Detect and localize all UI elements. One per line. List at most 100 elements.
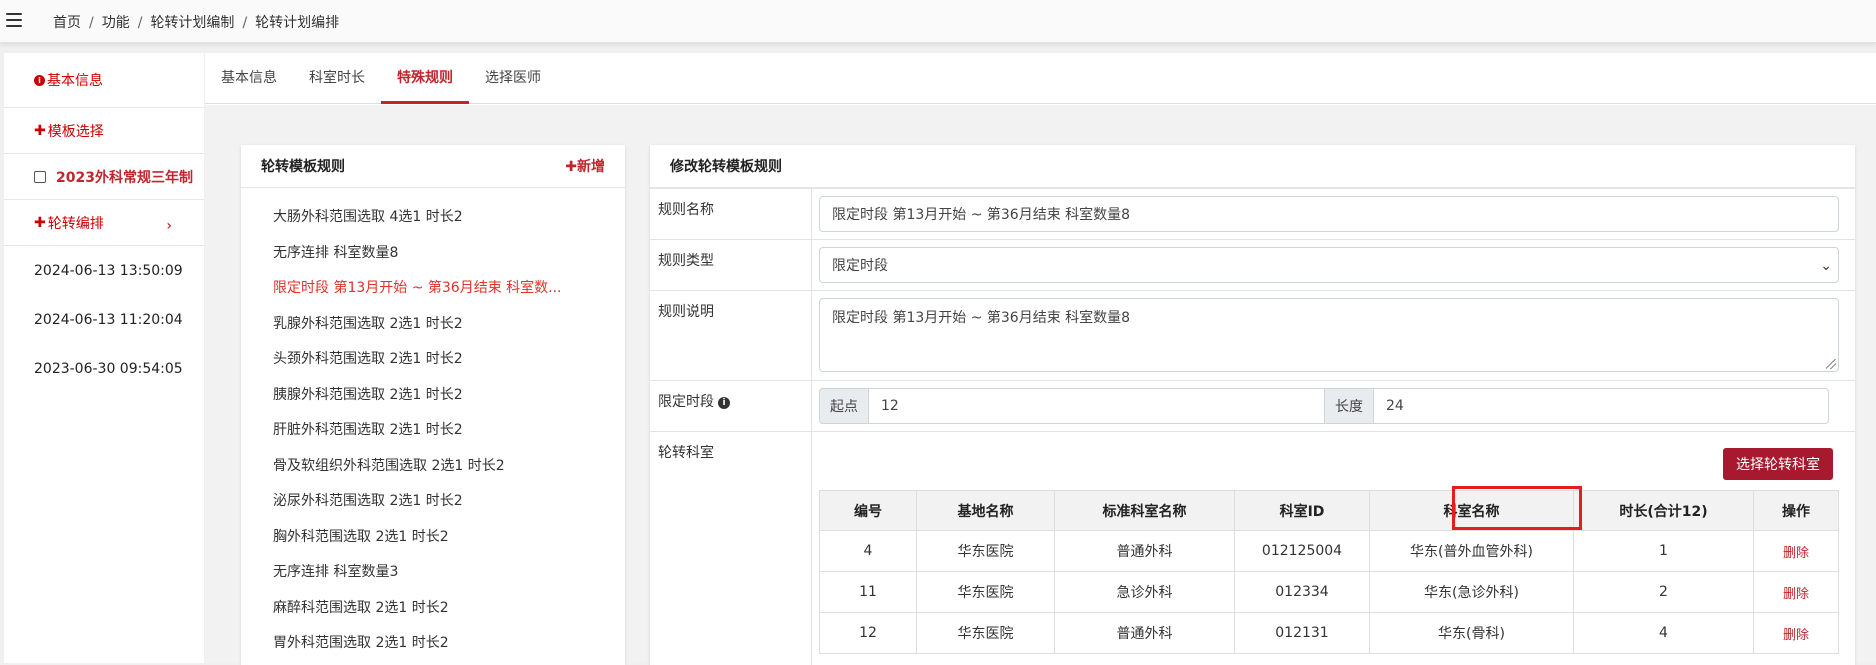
col-header: 基地名称 <box>916 490 1055 531</box>
rule-type-select[interactable]: 限定时段 ⌄ <box>819 247 1839 283</box>
cell: 普通外科 <box>1054 612 1235 654</box>
sidebar: i 基本信息 ✚ 模板选择 2023外科常规三年制 ✚ 轮转编排 › 2024-… <box>4 53 204 663</box>
dept-label: 轮转科室 <box>658 445 714 461</box>
period-input-group: 起点 12 长度 24 <box>819 388 1839 424</box>
rule-item[interactable]: 胸外科范围选取 2选1 时长2 <box>241 520 625 556</box>
history-item[interactable]: 2024-06-13 11:20:04 <box>4 295 204 344</box>
table-row: 11 华东医院 急诊外科 012334 华东(急诊外科) 2 删除 <box>819 571 1839 613</box>
table-row: 12 华东医院 普通外科 012131 华东(骨科) 4 删除 <box>819 612 1839 654</box>
col-header: 标准科室名称 <box>1054 490 1235 531</box>
info-icon[interactable]: i <box>718 397 730 409</box>
history-timestamp: 2023-06-30 09:54:05 <box>34 360 183 377</box>
sidebar-label: 轮转编排 <box>47 215 104 232</box>
content-area: 轮转模板规则 ✚新增 大肠外科范围选取 4选1 时长2 无序连排 科室数量8 限… <box>205 105 1876 665</box>
cell: 华东医院 <box>916 530 1055 572</box>
plan-checkbox[interactable] <box>34 170 46 183</box>
col-header: 编号 <box>819 490 917 531</box>
rule-item[interactable]: 麻醉科范围选取 2选1 时长2 <box>241 591 625 627</box>
cell: 华东医院 <box>916 571 1055 613</box>
rule-type-label: 规则类型 <box>658 253 714 269</box>
dept-row: 轮转科室 选择轮转科室 编号 基地名称 标准科室名称 科室ID 科室名称 时长(… <box>650 431 1855 665</box>
edit-card-title: 修改轮转模板规则 <box>670 159 782 175</box>
table-row: 4 华东医院 普通外科 012125004 华东(普外血管外科) 1 删除 <box>819 530 1839 572</box>
cell: 华东(普外血管外科) <box>1369 530 1574 572</box>
tab-basic-info[interactable]: 基本信息 <box>205 53 293 104</box>
length-input[interactable]: 24 <box>1374 388 1829 424</box>
delete-link[interactable]: 删除 <box>1753 530 1839 572</box>
sidebar-item-template-select[interactable]: ✚ 模板选择 <box>4 108 204 154</box>
delete-link[interactable]: 删除 <box>1753 571 1839 613</box>
select-dept-button[interactable]: 选择轮转科室 <box>1723 448 1833 480</box>
tab-bar: 基本信息 科室时长 特殊规则 选择医师 <box>205 53 1876 104</box>
dept-table: 编号 基地名称 标准科室名称 科室ID 科室名称 时长(合计12) 操作 4 华 <box>819 490 1839 654</box>
rule-item-active[interactable]: 限定时段 第13月开始 ~ 第36月结束 科室数... <box>241 271 625 307</box>
cell: 012125004 <box>1234 530 1370 572</box>
rule-name-input[interactable]: 限定时段 第13月开始 ~ 第36月结束 科室数量8 <box>819 196 1839 232</box>
rule-item[interactable]: 骨及软组织外科范围选取 2选1 时长2 <box>241 449 625 485</box>
period-row: 限定时段 i 起点 12 长度 24 <box>650 380 1855 431</box>
delete-link[interactable]: 删除 <box>1753 612 1839 654</box>
period-label: 限定时段 i <box>658 391 730 411</box>
breadcrumb-function[interactable]: 功能 <box>102 15 130 31</box>
rule-item[interactable]: 胃外科范围选取 2选1 时长2 <box>241 626 625 662</box>
breadcrumb-home[interactable]: 首页 <box>53 15 81 31</box>
cell: 华东(急诊外科) <box>1369 571 1574 613</box>
rule-item[interactable]: 泌尿外科范围选取 2选1 时长2 <box>241 484 625 520</box>
sidebar-item-rotation-schedule[interactable]: ✚ 轮转编排 › <box>4 200 204 246</box>
cell: 012131 <box>1234 612 1370 654</box>
rule-type-row: 规则类型 限定时段 ⌄ <box>650 239 1855 290</box>
sidebar-label: 基本信息 <box>47 73 103 89</box>
edit-rule-card: 修改轮转模板规则 规则名称 限定时段 第13月开始 ~ 第36月结束 科室数量8… <box>650 145 1855 665</box>
rule-item[interactable]: 大肠外科范围选取 4选1 时长2 <box>241 200 625 236</box>
menu-icon[interactable] <box>6 13 22 27</box>
sidebar-item-plan[interactable]: 2023外科常规三年制 <box>4 154 204 200</box>
start-addon: 起点 <box>819 388 869 424</box>
history-timestamp: 2024-06-13 13:50:09 <box>34 262 183 279</box>
chevron-down-icon: ⌄ <box>1820 258 1832 274</box>
cell-duration[interactable]: 2 <box>1573 571 1754 613</box>
breadcrumb-plan-edit[interactable]: 轮转计划编制 <box>150 15 234 31</box>
breadcrumb: 首页 / 功能 / 轮转计划编制 / 轮转计划编排 <box>53 15 340 31</box>
rule-item[interactable]: 无序连排 科室数量8 <box>241 236 625 272</box>
tab-dept-duration[interactable]: 科室时长 <box>293 53 381 104</box>
cell: 012334 <box>1234 571 1370 613</box>
plus-icon: ✚ <box>34 214 46 231</box>
info-circle-icon: i <box>34 74 45 86</box>
plan-name: 2023外科常规三年制 <box>56 169 193 186</box>
rule-item[interactable]: 头颈外科范围选取 2选1 时长2 <box>241 342 625 378</box>
rule-desc-textarea[interactable]: 限定时段 第13月开始 ~ 第36月结束 科室数量8 <box>819 298 1839 372</box>
cell: 11 <box>819 571 917 613</box>
length-addon: 长度 <box>1325 388 1374 424</box>
cell: 华东(骨科) <box>1369 612 1574 654</box>
start-input[interactable]: 12 <box>869 388 1325 424</box>
sidebar-item-basic-info[interactable]: i 基本信息 <box>4 53 204 108</box>
table-header-row: 编号 基地名称 标准科室名称 科室ID 科室名称 时长(合计12) 操作 <box>819 490 1839 531</box>
rule-list: 大肠外科范围选取 4选1 时长2 无序连排 科室数量8 限定时段 第13月开始 … <box>241 188 625 662</box>
period-label-text: 限定时段 <box>658 394 714 410</box>
cell-duration[interactable]: 1 <box>1573 530 1754 572</box>
plus-icon: ✚ <box>34 122 46 139</box>
cell-duration[interactable]: 4 <box>1573 612 1754 654</box>
tab-select-doctor[interactable]: 选择医师 <box>469 53 557 104</box>
rule-desc-label: 规则说明 <box>658 304 714 320</box>
sidebar-label: 模板选择 <box>47 123 104 140</box>
rule-item[interactable]: 无序连排 科室数量3 <box>241 555 625 591</box>
cell: 急诊外科 <box>1054 571 1235 613</box>
rule-item[interactable]: 胰腺外科范围选取 2选1 时长2 <box>241 378 625 414</box>
cell: 12 <box>819 612 917 654</box>
cell: 普通外科 <box>1054 530 1235 572</box>
add-rule-button[interactable]: ✚新增 <box>565 156 605 176</box>
top-bar: 首页 / 功能 / 轮转计划编制 / 轮转计划编排 <box>0 0 1876 43</box>
history-item[interactable]: 2023-06-30 09:54:05 <box>4 344 204 393</box>
rule-item[interactable]: 肝脏外科范围选取 2选1 时长2 <box>241 413 625 449</box>
rules-card: 轮转模板规则 ✚新增 大肠外科范围选取 4选1 时长2 无序连排 科室数量8 限… <box>241 145 625 665</box>
edit-card-header: 修改轮转模板规则 <box>650 145 1855 188</box>
breadcrumb-current: 轮转计划编排 <box>255 15 340 31</box>
col-header: 科室ID <box>1234 490 1370 531</box>
history-item[interactable]: 2024-06-13 13:50:09 <box>4 246 204 295</box>
rule-type-value: 限定时段 <box>832 258 888 274</box>
rule-item[interactable]: 乳腺外科范围选取 2选1 时长2 <box>241 307 625 343</box>
rule-desc-value: 限定时段 第13月开始 ~ 第36月结束 科室数量8 <box>832 310 1131 326</box>
resize-grip-icon[interactable] <box>1826 359 1836 369</box>
tab-special-rules[interactable]: 特殊规则 <box>381 53 469 104</box>
